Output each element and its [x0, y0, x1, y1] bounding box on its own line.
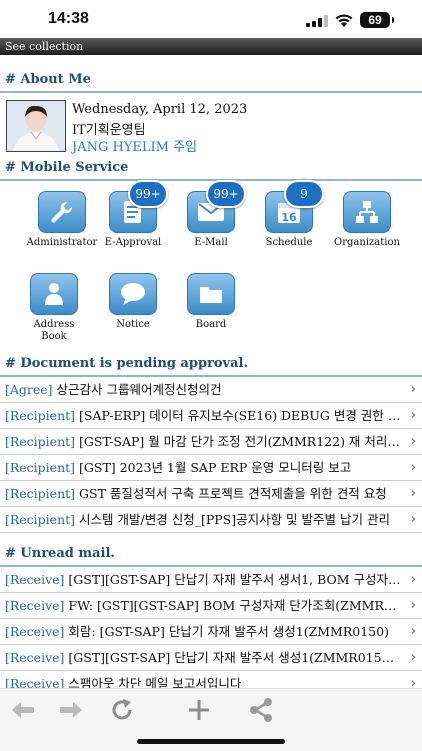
wifi-icon: [335, 14, 353, 27]
pending-approval-header: # Document is pending approval.: [0, 353, 422, 377]
list-item[interactable]: [Recipient] [GST] 2023년 1월 SAP ERP 운영 모니…: [0, 455, 422, 481]
folder-icon: [200, 287, 222, 303]
chevron-right-icon: ›: [410, 486, 416, 501]
about-me-header: # About Me: [0, 69, 422, 93]
list-item[interactable]: [Recipient] GST 품질성적서 구축 프로젝트 견적제출을 위한 견…: [0, 481, 422, 507]
org-chart-icon: [356, 201, 378, 223]
wrench-icon: [51, 201, 73, 223]
profile-name[interactable]: JANG HYELIM 주임: [72, 136, 197, 155]
app-label: Schedule: [265, 237, 313, 248]
app-label: Organization: [334, 237, 400, 248]
main-content: # About Me Wednesday, April 12, 2023 IT기…: [0, 55, 422, 697]
profile-card: Wednesday, April 12, 2023 IT기획운영팀 JANG H…: [0, 93, 422, 157]
profile-date: Wednesday, April 12, 2023: [72, 102, 248, 117]
mobile-service-header: # Mobile Service: [0, 157, 422, 181]
status-bar: 14:38 69: [0, 0, 422, 38]
badge-schedule: 9: [284, 180, 324, 208]
app-e-approval[interactable]: 99+ E-Approval: [94, 180, 172, 249]
list-item[interactable]: [Receive] [GST][GST-SAP] 단납기 자재 발주서 생성1(…: [0, 645, 422, 671]
list-item[interactable]: [Receive] FW: [GST][GST-SAP] BOM 구성자재 단가…: [0, 593, 422, 619]
signal-icon: [306, 15, 328, 27]
list-item[interactable]: [Recipient] 시스템 개발/변경 신청_[PPS]공지사항 및 발주별…: [0, 507, 422, 533]
list-item[interactable]: [Receive] [GST][GST-SAP] 단납기 자재 발주서 생서1,…: [0, 567, 422, 593]
app-address-book[interactable]: Address Book: [15, 273, 93, 343]
svg-text:16: 16: [281, 211, 297, 224]
app-label: Administrator: [26, 237, 98, 248]
app-label: Board: [195, 319, 227, 330]
unread-mail-list: [Receive] [GST][GST-SAP] 단납기 자재 발주서 생서1,…: [0, 567, 422, 697]
pending-approval-list: [Agree] 상근감사 그룹웨어계정신청의건 › [Recipient] [SA…: [0, 377, 422, 533]
badge-e-approval: 99+: [128, 180, 168, 208]
app-label: Address Book: [33, 319, 75, 342]
see-collection-link[interactable]: See collection: [5, 40, 83, 53]
top-bar: See collection: [0, 38, 422, 55]
chevron-right-icon: ›: [410, 512, 416, 527]
home-indicator[interactable]: [137, 739, 285, 744]
back-button[interactable]: [8, 695, 38, 725]
unread-mail-header: # Unread mail.: [0, 543, 422, 567]
chevron-right-icon: ›: [410, 650, 416, 665]
forward-button[interactable]: [56, 695, 86, 725]
chevron-right-icon: ›: [410, 434, 416, 449]
app-grid: Administrator 99+ E-Approval 99+ E-Mail …: [0, 180, 422, 353]
arrow-left-icon: [12, 702, 34, 718]
chevron-right-icon: ›: [410, 460, 416, 475]
list-item[interactable]: [Agree] 상근감사 그룹웨어계정신청의건 ›: [0, 377, 422, 403]
speech-bubble-icon: [121, 283, 145, 305]
list-item[interactable]: [Recipient] [SAP-ERP] 데이터 유지보수(SE16) DEB…: [0, 403, 422, 429]
app-notice[interactable]: Notice: [94, 273, 172, 331]
chevron-right-icon: ›: [410, 624, 416, 639]
person-icon: [45, 283, 63, 305]
reload-icon: [112, 699, 132, 720]
list-item[interactable]: [Recipient] [GST-SAP] 월 마감 단가 조정 전기(ZMMR…: [0, 429, 422, 455]
app-schedule[interactable]: 16 9 Schedule: [250, 180, 328, 249]
app-administrator[interactable]: Administrator: [23, 191, 101, 249]
reload-button[interactable]: [107, 695, 137, 725]
share-button[interactable]: [246, 695, 276, 725]
app-label: Notice: [116, 319, 150, 330]
share-icon: [250, 698, 272, 722]
list-item[interactable]: [Receive] 회람: [GST-SAP] 단납기 자재 발주서 생성1(Z…: [0, 619, 422, 645]
chevron-right-icon: ›: [410, 572, 416, 587]
app-label: E-Mail: [194, 237, 228, 248]
chevron-right-icon: ›: [410, 598, 416, 613]
app-label: E-Approval: [104, 237, 162, 248]
add-button[interactable]: [184, 695, 214, 725]
app-e-mail[interactable]: 99+ E-Mail: [172, 180, 250, 249]
chevron-right-icon: ›: [410, 408, 416, 423]
status-time: 14:38: [48, 10, 89, 27]
plus-icon: [189, 700, 209, 720]
chevron-right-icon: ›: [410, 382, 416, 397]
arrow-right-icon: [60, 702, 82, 718]
profile-photo: [6, 100, 66, 152]
badge-e-mail: 99+: [206, 180, 246, 208]
app-organization[interactable]: Organization: [328, 191, 406, 249]
battery-icon: 69: [360, 12, 394, 28]
app-board[interactable]: Board: [172, 273, 250, 331]
